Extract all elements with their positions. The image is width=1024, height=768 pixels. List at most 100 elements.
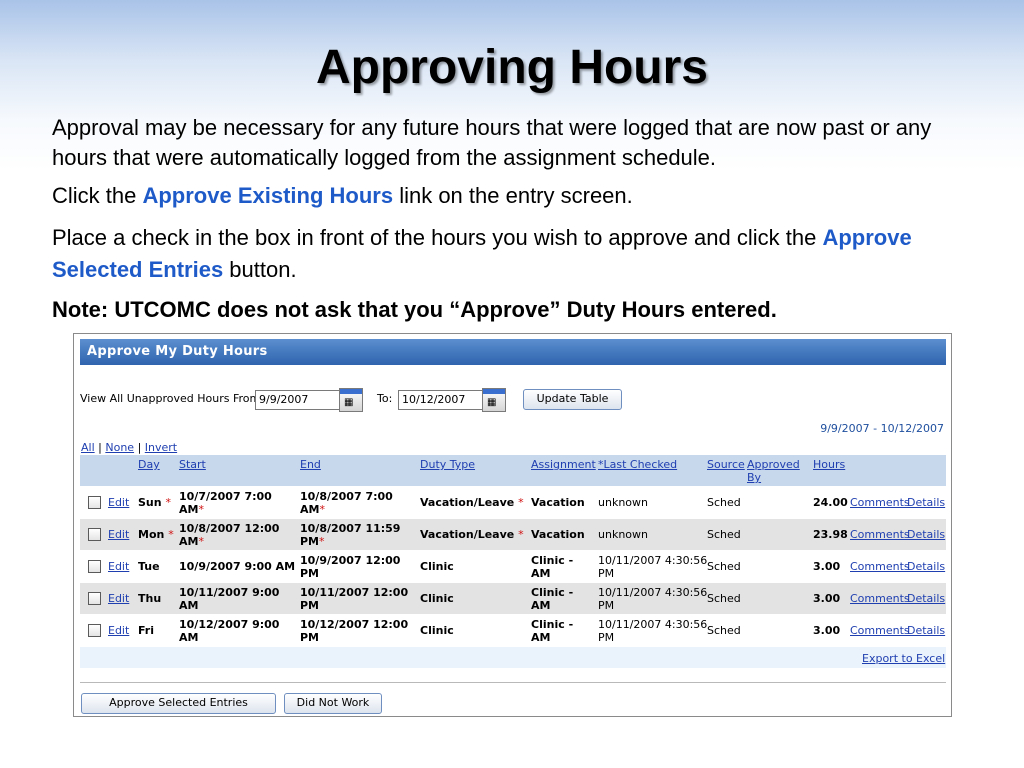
cell-assignment: Clinic - AM xyxy=(531,618,574,644)
cell-hours: 23.98 xyxy=(813,528,848,541)
table-footer: Export to Excel xyxy=(80,646,946,668)
cell-end: 10/11/2007 12:00 PM xyxy=(300,586,409,612)
table-row: Edit Mon * 10/8/2007 12:00 AM* 10/8/2007 … xyxy=(80,518,946,550)
cell-start: 10/12/2007 9:00 AM xyxy=(179,618,280,644)
row-checkbox[interactable] xyxy=(88,592,101,605)
invert-selection-link[interactable]: Invert xyxy=(145,441,177,454)
from-calendar-icon[interactable]: ▦ xyxy=(339,388,363,412)
details-link[interactable]: Details xyxy=(907,528,945,541)
note-text: Note: UTCOMC does not ask that you “Appr… xyxy=(52,297,777,322)
cell-last-checked: 10/11/2007 4:30:56 PM xyxy=(598,618,708,644)
row-checkbox[interactable] xyxy=(88,624,101,637)
cell-hours: 3.00 xyxy=(813,624,841,637)
column-last-checked[interactable]: *Last Checked xyxy=(598,458,677,471)
select-none-link[interactable]: None xyxy=(105,441,134,454)
cell-end: 10/12/2007 12:00 PM xyxy=(300,618,409,644)
select-all-link[interactable]: All xyxy=(81,441,95,454)
bullet-approve-existing: Click the Approve Existing Hours link on… xyxy=(52,181,982,213)
table-header: Day Start End Duty Type Assignment *Last… xyxy=(80,454,946,486)
cell-duty-type: Clinic xyxy=(420,592,454,605)
column-assignment[interactable]: Assignment xyxy=(531,458,596,471)
view-from-label: View All Unapproved Hours From: xyxy=(80,392,264,405)
table-row: Edit Thu 10/11/2007 9:00 AM 10/11/2007 12… xyxy=(80,582,946,614)
cell-start: 10/9/2007 9:00 AM xyxy=(179,560,296,573)
comments-link[interactable]: Comments xyxy=(850,560,910,573)
from-date-input[interactable]: 9/9/2007 xyxy=(255,390,340,410)
cell-assignment: Clinic - AM xyxy=(531,586,574,612)
cell-duty-type: Vacation/Leave * xyxy=(420,528,524,541)
cell-end: 10/8/2007 7:00 AM* xyxy=(300,490,393,516)
cell-start: 10/7/2007 7:00 AM* xyxy=(179,490,272,516)
column-start[interactable]: Start xyxy=(179,458,206,471)
link-separator: | xyxy=(98,441,102,454)
selection-links: All | None | Invert xyxy=(81,441,177,454)
details-link[interactable]: Details xyxy=(907,592,945,605)
column-hours[interactable]: Hours xyxy=(813,458,845,471)
to-calendar-icon[interactable]: ▦ xyxy=(482,388,506,412)
details-link[interactable]: Details xyxy=(907,496,945,509)
did-not-work-button[interactable]: Did Not Work xyxy=(284,693,382,714)
cell-assignment: Vacation xyxy=(531,496,585,509)
table-row: Edit Fri 10/12/2007 9:00 AM 10/12/2007 12… xyxy=(80,614,946,646)
cell-start: 10/11/2007 9:00 AM xyxy=(179,586,280,612)
panel-header: Approve My Duty Hours xyxy=(80,339,946,365)
cell-duty-type: Clinic xyxy=(420,560,454,573)
export-to-excel-link[interactable]: Export to Excel xyxy=(862,652,945,665)
cell-duty-type: Clinic xyxy=(420,624,454,637)
cell-last-checked: unknown xyxy=(598,496,648,509)
bullet-text: Click the xyxy=(52,183,143,208)
cell-assignment: Clinic - AM xyxy=(531,554,574,580)
cell-source: Sched xyxy=(707,592,741,605)
cell-day: Fri xyxy=(138,624,155,637)
cell-hours: 24.00 xyxy=(813,496,848,509)
comments-link[interactable]: Comments xyxy=(850,592,910,605)
bullet-text: link on the entry screen. xyxy=(393,183,633,208)
cell-source: Sched xyxy=(707,560,741,573)
comments-link[interactable]: Comments xyxy=(850,528,910,541)
row-checkbox[interactable] xyxy=(88,560,101,573)
cell-start: 10/8/2007 12:00 AM* xyxy=(179,522,280,548)
edit-link[interactable]: Edit xyxy=(108,528,129,541)
cell-source: Sched xyxy=(707,528,741,541)
table-row: Edit Sun * 10/7/2007 7:00 AM* 10/8/2007 7… xyxy=(80,486,946,518)
edit-link[interactable]: Edit xyxy=(108,496,129,509)
column-day[interactable]: Day xyxy=(138,458,160,471)
column-source[interactable]: Source xyxy=(707,458,745,471)
column-approved-by[interactable]: Approved By xyxy=(747,458,800,484)
approve-selected-entries-button[interactable]: Approve Selected Entries xyxy=(81,693,276,714)
cell-source: Sched xyxy=(707,496,741,509)
to-date-input[interactable]: 10/12/2007 xyxy=(398,390,483,410)
cell-end: 10/8/2007 11:59 PM* xyxy=(300,522,401,548)
intro-text: Approval may be necessary for any future… xyxy=(52,115,932,170)
row-checkbox[interactable] xyxy=(88,496,101,509)
bullet-approve-selected: Place a check in the box in front of the… xyxy=(52,223,982,285)
details-link[interactable]: Details xyxy=(907,624,945,637)
bullet-note: Note: UTCOMC does not ask that you “Appr… xyxy=(52,295,982,327)
comments-link[interactable]: Comments xyxy=(850,624,910,637)
duty-hours-table: Day Start End Duty Type Assignment *Last… xyxy=(80,454,946,668)
table-row: Edit Tue 10/9/2007 9:00 AM 10/9/2007 12:… xyxy=(80,550,946,582)
cell-end: 10/9/2007 12:00 PM xyxy=(300,554,401,580)
bullet-text: Place a check in the box in front of the… xyxy=(52,225,823,250)
column-end[interactable]: End xyxy=(300,458,321,471)
cell-assignment: Vacation xyxy=(531,528,585,541)
edit-link[interactable]: Edit xyxy=(108,560,129,573)
edit-link[interactable]: Edit xyxy=(108,592,129,605)
details-link[interactable]: Details xyxy=(907,560,945,573)
bullet-text: button. xyxy=(223,257,297,282)
edit-link[interactable]: Edit xyxy=(108,624,129,637)
column-duty-type[interactable]: Duty Type xyxy=(420,458,475,471)
row-checkbox[interactable] xyxy=(88,528,101,541)
cell-last-checked: unknown xyxy=(598,528,648,541)
cell-day: Sun * xyxy=(138,496,171,509)
update-table-button[interactable]: Update Table xyxy=(523,389,622,410)
approve-duty-hours-screenshot: Approve My Duty Hours View All Unapprove… xyxy=(73,333,952,717)
cell-day: Thu xyxy=(138,592,162,605)
cell-duty-type: Vacation/Leave * xyxy=(420,496,524,509)
to-label: To: xyxy=(377,392,393,405)
link-separator: | xyxy=(137,441,142,454)
cell-hours: 3.00 xyxy=(813,592,841,605)
approve-existing-hours-link-text: Approve Existing Hours xyxy=(142,183,394,208)
cell-hours: 3.00 xyxy=(813,560,841,573)
comments-link[interactable]: Comments xyxy=(850,496,910,509)
